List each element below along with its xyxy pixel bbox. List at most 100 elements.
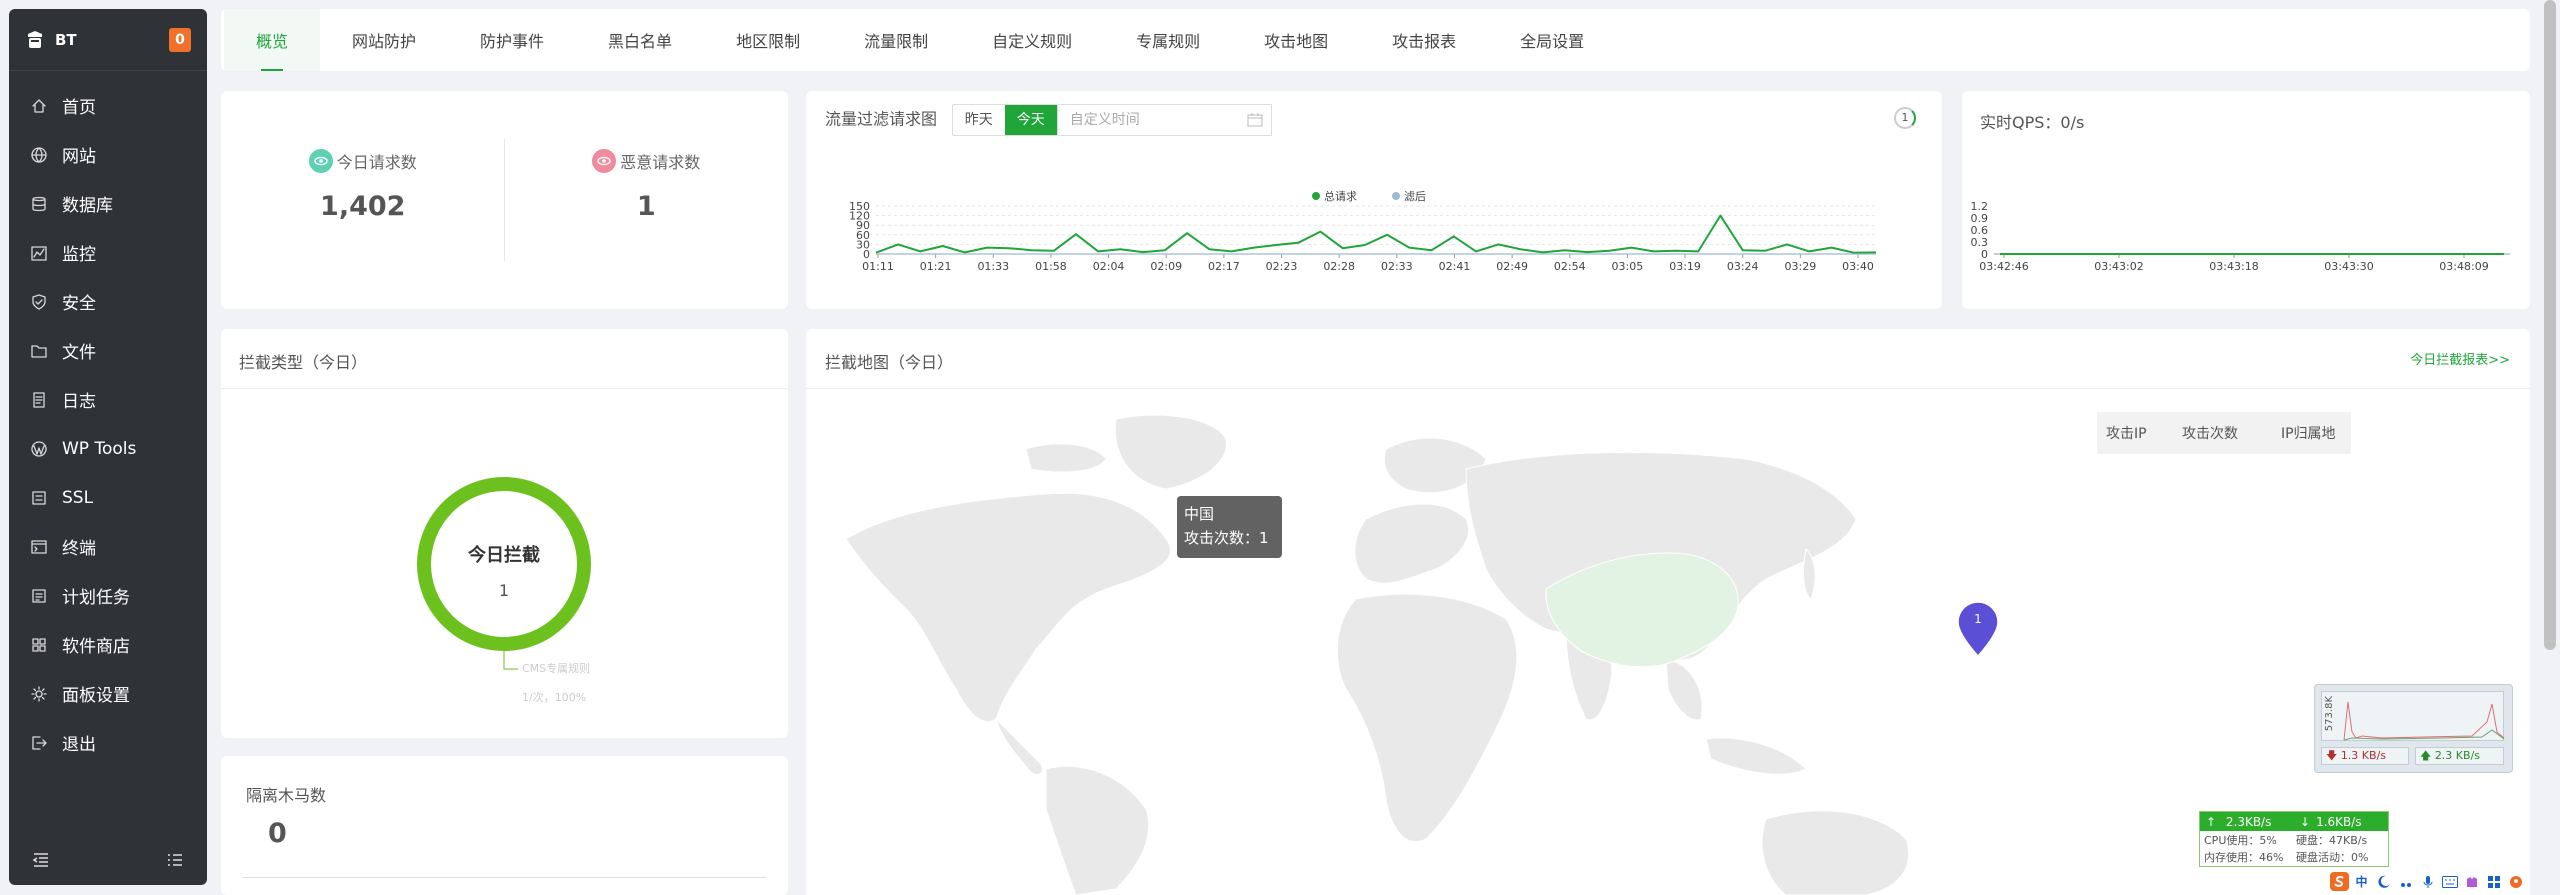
x-tick-label: 03:43:02 bbox=[2094, 260, 2143, 273]
col-attack-count: 攻击次数 bbox=[2181, 426, 2238, 442]
label-leader bbox=[503, 651, 518, 670]
store-icon bbox=[31, 637, 47, 653]
x-tick-label: 02:41 bbox=[1439, 260, 1471, 273]
map-marker-icon[interactable] bbox=[1956, 600, 2000, 658]
stats-card: 今日请求数 1,402 恶意请求数 1 bbox=[221, 91, 788, 309]
y-tick-label: 0.9 bbox=[1971, 212, 1989, 225]
sidebar-item-3[interactable]: 监控 bbox=[9, 228, 207, 277]
x-tick-label: 02:49 bbox=[1496, 260, 1528, 273]
sidebar-item-label: 软件商店 bbox=[62, 637, 130, 657]
punct-icon[interactable] bbox=[2396, 872, 2415, 891]
map-tooltip: 中国 攻击次数：1 bbox=[1177, 496, 1282, 558]
sidebar-item-label: SSL bbox=[62, 487, 94, 508]
brand-name: BT bbox=[55, 30, 77, 49]
system-monitor-widget[interactable]: ↑ 2.3KB/s ↓ 1.6KB/s CPU使用：5% 硬盘：47KB/s 内存使用… bbox=[2199, 811, 2389, 867]
sidebar-item-5[interactable]: 文件 bbox=[9, 326, 207, 375]
x-tick-label: 03:24 bbox=[1727, 260, 1759, 273]
x-tick-label: 03:43:18 bbox=[2209, 260, 2258, 273]
sys-down: ↓ 1.6KB/s bbox=[2300, 814, 2362, 829]
tab-1[interactable]: 网站防护 bbox=[320, 9, 448, 71]
disk-rate: 硬盘：47KB/s bbox=[2296, 833, 2368, 847]
tab-4[interactable]: 地区限制 bbox=[704, 9, 832, 71]
ime-mode[interactable]: 中 bbox=[2352, 872, 2371, 891]
col-attack-ip: 攻击IP bbox=[2106, 426, 2147, 442]
today-requests-label: 今日请求数 bbox=[336, 153, 417, 172]
x-tick-label: 02:09 bbox=[1150, 260, 1182, 273]
globe-icon bbox=[31, 146, 47, 163]
sidebar-item-6[interactable]: 日志 bbox=[9, 375, 207, 424]
sidebar-item-10[interactable]: 计划任务 bbox=[9, 571, 207, 620]
net-down: 🡇 1.3 KB/s bbox=[2321, 747, 2409, 765]
slice-label: CMS专属规则 bbox=[522, 661, 590, 675]
intercept-donut-chart: 今日拦截 1 CMS专属规则 1/次，100% bbox=[417, 477, 591, 704]
tab-7[interactable]: 专属规则 bbox=[1104, 9, 1232, 71]
sidebar-item-2[interactable]: 数据库 bbox=[9, 179, 207, 228]
net-sparkline: 573.8K bbox=[2321, 691, 2505, 741]
y-tick-label: 0.6 bbox=[1971, 224, 1989, 237]
sogou-icon[interactable] bbox=[2330, 872, 2349, 891]
x-tick-label: 02:28 bbox=[1323, 260, 1355, 273]
sidebar-item-13[interactable]: 退出 bbox=[9, 718, 207, 767]
tab-6[interactable]: 自定义规则 bbox=[960, 9, 1104, 71]
sidebar-item-label: 监控 bbox=[62, 245, 96, 265]
user-icon[interactable] bbox=[2506, 872, 2525, 891]
x-tick-label: 02:23 bbox=[1266, 260, 1298, 273]
logout-icon bbox=[31, 735, 47, 751]
series-line-0 bbox=[875, 214, 1877, 254]
x-tick-label: 02:17 bbox=[1208, 260, 1240, 273]
tab-3[interactable]: 黑白名单 bbox=[576, 9, 704, 71]
keyboard-icon[interactable] bbox=[2440, 872, 2459, 891]
donut-title: 今日拦截 bbox=[468, 544, 540, 566]
gear-icon bbox=[31, 685, 47, 702]
sidebar-item-12[interactable]: 面板设置 bbox=[9, 669, 207, 718]
sidebar-item-label: 计划任务 bbox=[62, 588, 130, 608]
disk-activity: 硬盘活动：0% bbox=[2296, 850, 2369, 864]
mem-usage: 内存使用：46% bbox=[2204, 850, 2284, 864]
table-header: 攻击IP 攻击次数 IP归属地 bbox=[2097, 412, 2351, 454]
x-tick-label: 02:54 bbox=[1554, 260, 1586, 273]
today-report-link[interactable]: 今日拦截报表>> bbox=[2410, 349, 2510, 368]
trojan-value: 0 bbox=[268, 818, 287, 849]
mic-icon[interactable] bbox=[2418, 872, 2437, 891]
x-tick-label: 03:42:46 bbox=[1979, 260, 2028, 273]
x-tick-label: 03:43:30 bbox=[2324, 260, 2373, 273]
malicious-requests-label: 恶意请求数 bbox=[620, 153, 701, 172]
moon-icon[interactable] bbox=[2374, 872, 2393, 891]
brand: BT 0 bbox=[9, 9, 207, 71]
eye-icon bbox=[592, 149, 617, 173]
sidebar: BT 0 首页 网站数据库监控安全文件日志 WP Tools SSL 终端计划任务软件商… bbox=[9, 9, 207, 885]
sidebar-item-label: 终端 bbox=[62, 539, 96, 559]
sidebar-item-label: 数据库 bbox=[62, 196, 113, 216]
y-tick-label: 1.2 bbox=[1971, 200, 1989, 213]
sidebar-item-label: 文件 bbox=[62, 343, 96, 363]
sidebar-item-7[interactable]: WP Tools bbox=[9, 424, 207, 473]
notification-badge[interactable]: 0 bbox=[169, 27, 191, 52]
tab-8[interactable]: 攻击地图 bbox=[1232, 9, 1360, 71]
tab-10[interactable]: 全局设置 bbox=[1488, 9, 1616, 71]
x-tick-label: 03:29 bbox=[1785, 260, 1817, 273]
page-scrollbar[interactable] bbox=[2544, 0, 2556, 650]
cpu-usage: CPU使用：5% bbox=[2204, 833, 2277, 847]
qps-chart: 00.30.60.91.203:42:46 03:43:02 03:43:18 03:… bbox=[1971, 200, 2510, 273]
skin-icon[interactable] bbox=[2462, 872, 2481, 891]
tab-0[interactable]: 概览 bbox=[224, 9, 321, 71]
x-tick-label: 01:33 bbox=[977, 260, 1009, 273]
menu-list-icon[interactable] bbox=[165, 850, 185, 870]
terminal-icon bbox=[31, 539, 47, 555]
sidebar-item-0[interactable]: 首页 bbox=[9, 81, 207, 130]
sidebar-item-4[interactable]: 安全 bbox=[9, 277, 207, 326]
divider bbox=[243, 877, 766, 878]
toolbox-icon[interactable] bbox=[2484, 872, 2503, 891]
world-map bbox=[845, 414, 1910, 895]
sidebar-item-8[interactable]: SSL bbox=[9, 473, 207, 522]
sidebar-item-1[interactable]: 网站 bbox=[9, 130, 207, 179]
sidebar-item-9[interactable]: 终端 bbox=[9, 522, 207, 571]
collapse-icon[interactable] bbox=[31, 850, 51, 870]
network-monitor-widget[interactable]: 573.8K 🡇 1.3 KB/s 🡅 2.3 KB/s bbox=[2314, 684, 2513, 773]
sidebar-item-11[interactable]: 软件商店 bbox=[9, 620, 207, 669]
tab-5[interactable]: 流量限制 bbox=[832, 9, 960, 71]
tab-9[interactable]: 攻击报表 bbox=[1360, 9, 1488, 71]
wordpress-icon bbox=[31, 440, 47, 457]
sys-up-value: 2.3KB/s bbox=[2225, 814, 2272, 829]
tab-2[interactable]: 防护事件 bbox=[448, 9, 576, 71]
